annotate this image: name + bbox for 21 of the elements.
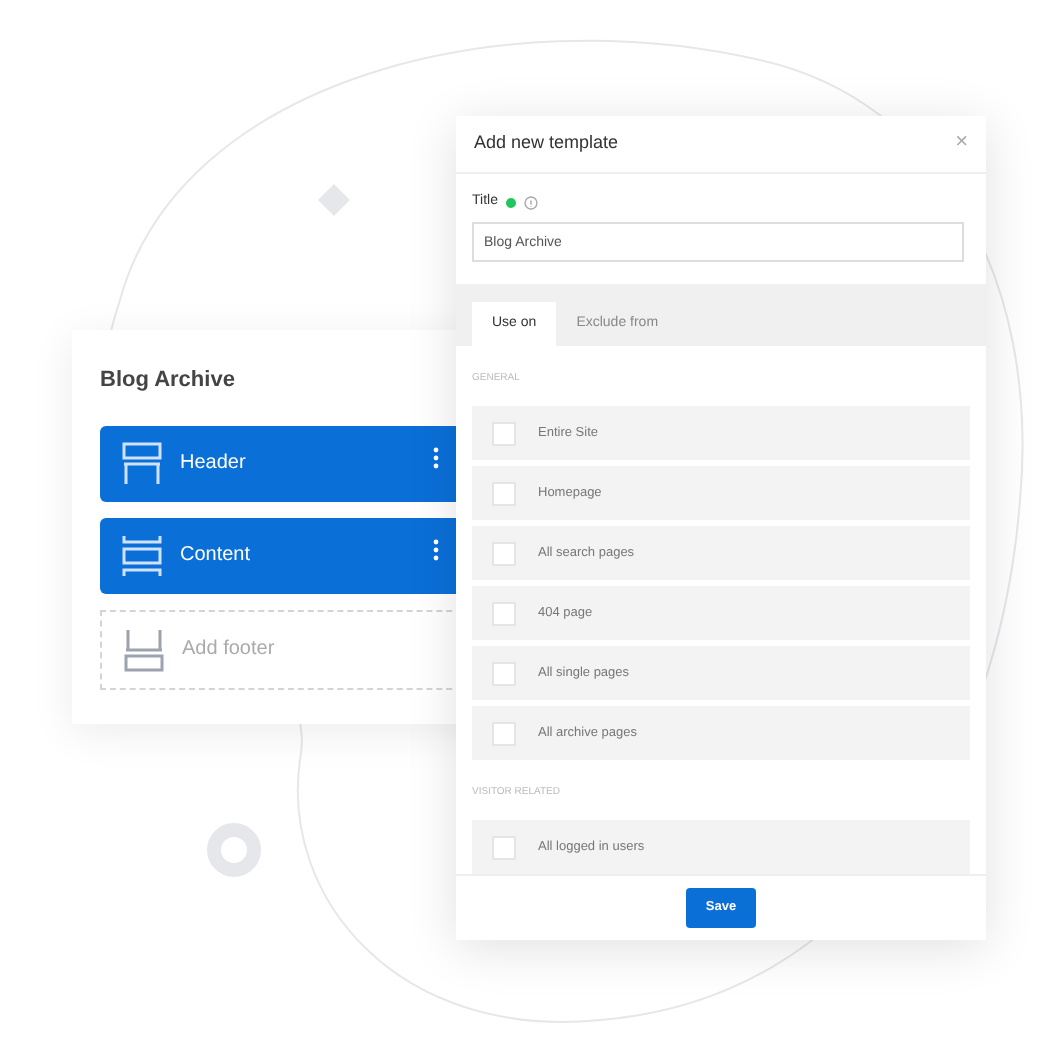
section-label: Header <box>180 450 246 478</box>
dialog-title: Add new template <box>474 130 619 157</box>
checkbox[interactable] <box>492 541 516 566</box>
checkbox[interactable] <box>492 835 516 860</box>
checkbox[interactable] <box>492 601 516 626</box>
diamond-icon <box>318 184 350 216</box>
checkbox[interactable] <box>492 661 516 686</box>
section-label: Add footer <box>182 636 275 664</box>
checkbox[interactable] <box>492 421 516 446</box>
checkbox[interactable] <box>492 481 516 506</box>
header-layout-icon <box>122 441 162 485</box>
section-label: Content <box>180 542 251 570</box>
content-layout-icon <box>122 533 162 577</box>
card-title: Blog Archive <box>100 366 235 396</box>
close-button[interactable]: × <box>955 132 968 155</box>
checkbox[interactable] <box>492 721 516 746</box>
more-icon[interactable] <box>432 446 440 470</box>
footer-layout-icon <box>124 627 164 671</box>
more-icon[interactable] <box>432 538 440 562</box>
ring-icon <box>206 822 262 878</box>
help-icon[interactable] <box>523 195 538 210</box>
